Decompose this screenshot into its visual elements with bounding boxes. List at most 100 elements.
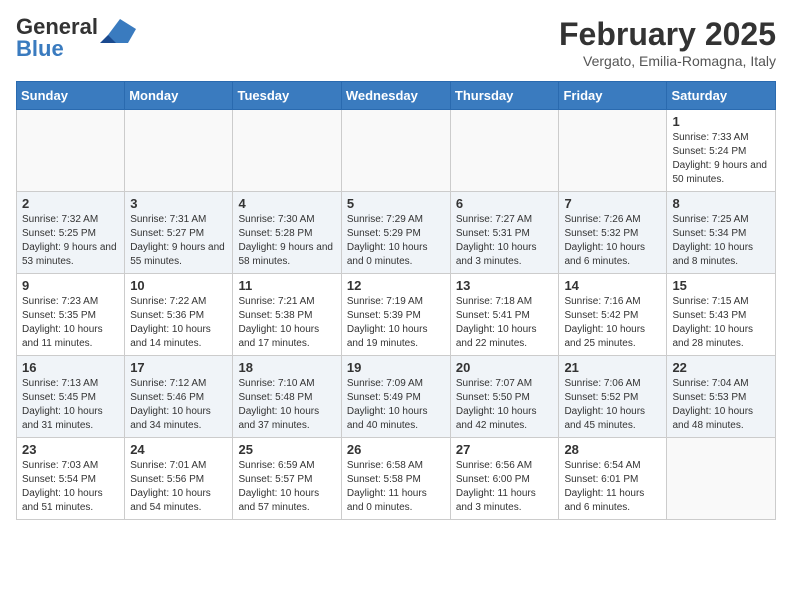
table-row: 20Sunrise: 7:07 AM Sunset: 5:50 PM Dayli…	[450, 356, 559, 438]
day-info: Sunrise: 7:13 AM Sunset: 5:45 PM Dayligh…	[22, 377, 119, 433]
day-number: 12	[347, 278, 445, 293]
day-number: 2	[22, 196, 119, 211]
col-monday: Monday	[125, 82, 233, 110]
day-info: Sunrise: 6:58 AM Sunset: 5:58 PM Dayligh…	[347, 459, 445, 515]
calendar-table: Sunday Monday Tuesday Wednesday Thursday…	[16, 81, 776, 520]
logo: General Blue	[16, 16, 136, 60]
table-row: 23 Sunrise: 7:03 AM Sunset: 5:54 PM Dayli…	[17, 438, 125, 520]
table-row: 12 Sunrise: 7:19 AM Sunset: 5:39 PM Dayli…	[341, 274, 450, 356]
calendar-week-row: 23 Sunrise: 7:03 AM Sunset: 5:54 PM Dayli…	[17, 438, 776, 520]
table-row: 25 Sunrise: 6:59 AM Sunset: 5:57 PM Dayli…	[233, 438, 341, 520]
table-row: 21 Sunrise: 7:06 AM Sunset: 5:52 PM Dayli…	[559, 356, 667, 438]
table-row: 10 Sunrise: 7:22 AM Sunset: 5:36 PM Dayli…	[125, 274, 233, 356]
day-info: Sunrise: 6:56 AM Sunset: 6:00 PM Dayligh…	[456, 459, 554, 515]
table-row: 24 Sunrise: 7:01 AM Sunset: 5:56 PM Dayli…	[125, 438, 233, 520]
calendar-week-row: 2 Sunrise: 7:32 AM Sunset: 5:25 PM Daylig…	[17, 192, 776, 274]
table-row	[125, 110, 233, 192]
day-info: Sunrise: 7:04 AM Sunset: 5:53 PM Dayligh…	[672, 377, 770, 433]
col-friday: Friday	[559, 82, 667, 110]
day-number: 13	[456, 278, 554, 293]
table-row: 19 Sunrise: 7:09 AM Sunset: 5:49 PM Dayli…	[341, 356, 450, 438]
table-row: 27Sunrise: 6:56 AM Sunset: 6:00 PM Dayli…	[450, 438, 559, 520]
day-number: 1	[672, 114, 770, 129]
day-info: Sunrise: 7:01 AM Sunset: 5:56 PM Dayligh…	[130, 459, 227, 515]
table-row: 9Sunrise: 7:23 AM Sunset: 5:35 PM Daylig…	[17, 274, 125, 356]
day-number: 5	[347, 196, 445, 211]
col-saturday: Saturday	[667, 82, 776, 110]
day-number: 4	[238, 196, 335, 211]
table-row: 15 Sunrise: 7:15 AM Sunset: 5:43 PM Dayli…	[667, 274, 776, 356]
day-number: 28	[564, 442, 661, 457]
day-number: 18	[238, 360, 335, 375]
day-info: Sunrise: 7:30 AM Sunset: 5:28 PM Dayligh…	[238, 213, 335, 269]
table-row: 7Sunrise: 7:26 AM Sunset: 5:32 PM Daylig…	[559, 192, 667, 274]
title-block: February 2025 Vergato, Emilia-Romagna, I…	[559, 16, 776, 69]
day-info: Sunrise: 7:09 AM Sunset: 5:49 PM Dayligh…	[347, 377, 445, 433]
day-number: 8	[672, 196, 770, 211]
day-number: 10	[130, 278, 227, 293]
calendar-week-row: 16Sunrise: 7:13 AM Sunset: 5:45 PM Dayli…	[17, 356, 776, 438]
table-row	[17, 110, 125, 192]
day-info: Sunrise: 6:59 AM Sunset: 5:57 PM Dayligh…	[238, 459, 335, 515]
table-row	[667, 438, 776, 520]
day-number: 17	[130, 360, 227, 375]
day-info: Sunrise: 7:26 AM Sunset: 5:32 PM Dayligh…	[564, 213, 661, 269]
table-row: 13Sunrise: 7:18 AM Sunset: 5:41 PM Dayli…	[450, 274, 559, 356]
page-header: General Blue February 2025 Vergato, Emil…	[16, 16, 776, 69]
day-info: Sunrise: 7:32 AM Sunset: 5:25 PM Dayligh…	[22, 213, 119, 269]
day-number: 15	[672, 278, 770, 293]
table-row	[559, 110, 667, 192]
day-info: Sunrise: 7:21 AM Sunset: 5:38 PM Dayligh…	[238, 295, 335, 351]
day-info: Sunrise: 7:25 AM Sunset: 5:34 PM Dayligh…	[672, 213, 770, 269]
day-number: 24	[130, 442, 227, 457]
day-info: Sunrise: 7:10 AM Sunset: 5:48 PM Dayligh…	[238, 377, 335, 433]
table-row: 6 Sunrise: 7:27 AM Sunset: 5:31 PM Daylig…	[450, 192, 559, 274]
col-sunday: Sunday	[17, 82, 125, 110]
day-info: Sunrise: 7:12 AM Sunset: 5:46 PM Dayligh…	[130, 377, 227, 433]
day-number: 11	[238, 278, 335, 293]
calendar-week-row: 9Sunrise: 7:23 AM Sunset: 5:35 PM Daylig…	[17, 274, 776, 356]
day-info: Sunrise: 7:15 AM Sunset: 5:43 PM Dayligh…	[672, 295, 770, 351]
day-info: Sunrise: 7:03 AM Sunset: 5:54 PM Dayligh…	[22, 459, 119, 515]
location: Vergato, Emilia-Romagna, Italy	[559, 53, 776, 69]
day-number: 6	[456, 196, 554, 211]
day-number: 20	[456, 360, 554, 375]
day-info: Sunrise: 7:31 AM Sunset: 5:27 PM Dayligh…	[130, 213, 227, 269]
table-row	[341, 110, 450, 192]
day-number: 19	[347, 360, 445, 375]
calendar-week-row: 1 Sunrise: 7:33 AM Sunset: 5:24 PM Daylig…	[17, 110, 776, 192]
table-row: 2 Sunrise: 7:32 AM Sunset: 5:25 PM Daylig…	[17, 192, 125, 274]
day-info: Sunrise: 7:19 AM Sunset: 5:39 PM Dayligh…	[347, 295, 445, 351]
day-number: 25	[238, 442, 335, 457]
logo-text: General Blue	[16, 16, 98, 60]
table-row: 17 Sunrise: 7:12 AM Sunset: 5:46 PM Dayli…	[125, 356, 233, 438]
day-info: Sunrise: 7:27 AM Sunset: 5:31 PM Dayligh…	[456, 213, 554, 269]
day-info: Sunrise: 7:29 AM Sunset: 5:29 PM Dayligh…	[347, 213, 445, 269]
table-row: 3 Sunrise: 7:31 AM Sunset: 5:27 PM Daylig…	[125, 192, 233, 274]
day-number: 3	[130, 196, 227, 211]
table-row: 14 Sunrise: 7:16 AM Sunset: 5:42 PM Dayli…	[559, 274, 667, 356]
table-row	[233, 110, 341, 192]
day-info: Sunrise: 7:23 AM Sunset: 5:35 PM Dayligh…	[22, 295, 119, 351]
col-tuesday: Tuesday	[233, 82, 341, 110]
calendar-header-row: Sunday Monday Tuesday Wednesday Thursday…	[17, 82, 776, 110]
day-number: 22	[672, 360, 770, 375]
table-row: 26Sunrise: 6:58 AM Sunset: 5:58 PM Dayli…	[341, 438, 450, 520]
table-row: 16Sunrise: 7:13 AM Sunset: 5:45 PM Dayli…	[17, 356, 125, 438]
month-year: February 2025	[559, 16, 776, 53]
day-info: Sunrise: 7:33 AM Sunset: 5:24 PM Dayligh…	[672, 131, 770, 187]
table-row: 11 Sunrise: 7:21 AM Sunset: 5:38 PM Dayli…	[233, 274, 341, 356]
day-info: Sunrise: 7:16 AM Sunset: 5:42 PM Dayligh…	[564, 295, 661, 351]
table-row: 1 Sunrise: 7:33 AM Sunset: 5:24 PM Daylig…	[667, 110, 776, 192]
day-number: 14	[564, 278, 661, 293]
col-wednesday: Wednesday	[341, 82, 450, 110]
day-info: Sunrise: 7:22 AM Sunset: 5:36 PM Dayligh…	[130, 295, 227, 351]
day-info: Sunrise: 7:06 AM Sunset: 5:52 PM Dayligh…	[564, 377, 661, 433]
table-row	[450, 110, 559, 192]
day-number: 23	[22, 442, 119, 457]
day-info: Sunrise: 6:54 AM Sunset: 6:01 PM Dayligh…	[564, 459, 661, 515]
table-row: 4 Sunrise: 7:30 AM Sunset: 5:28 PM Daylig…	[233, 192, 341, 274]
table-row: 28 Sunrise: 6:54 AM Sunset: 6:01 PM Dayli…	[559, 438, 667, 520]
day-number: 21	[564, 360, 661, 375]
table-row: 22 Sunrise: 7:04 AM Sunset: 5:53 PM Dayli…	[667, 356, 776, 438]
